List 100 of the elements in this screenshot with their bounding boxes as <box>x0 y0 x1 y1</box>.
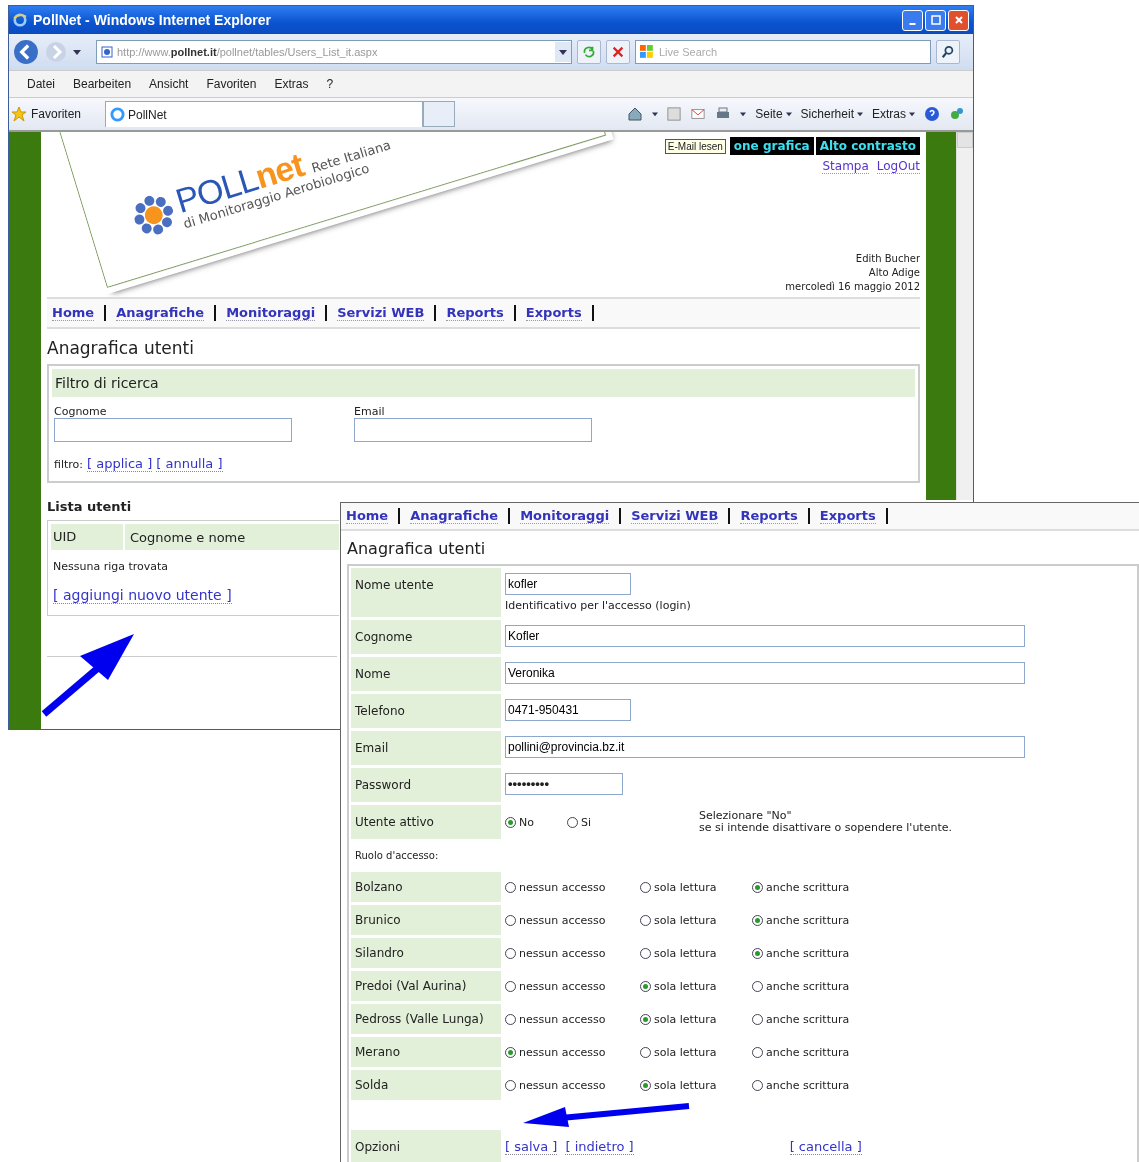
radio-button[interactable] <box>640 1013 651 1025</box>
password-field[interactable]: ••••••••• <box>505 773 623 795</box>
research-icon[interactable] <box>949 106 965 122</box>
scrollbar[interactable] <box>956 132 973 500</box>
search-icon[interactable] <box>936 40 960 64</box>
radio-label: No <box>519 815 534 829</box>
windows-flag-icon <box>640 45 654 59</box>
caret-icon <box>559 48 567 56</box>
radio-button[interactable] <box>640 980 651 992</box>
nav-link[interactable]: Home <box>52 305 95 321</box>
style-link[interactable]: Alto contrasto <box>815 137 920 155</box>
nav-link[interactable]: Monitoraggi <box>520 508 610 524</box>
nav-link[interactable]: Anagrafiche <box>410 508 499 524</box>
text-field[interactable]: 0471-950431 <box>505 699 631 721</box>
radio-label: nessun accesso <box>519 946 606 960</box>
text-field[interactable]: Kofler <box>505 625 1025 647</box>
style-link[interactable]: one grafica <box>729 137 814 155</box>
station-label: Brunico <box>351 905 501 935</box>
toolbar-menu[interactable]: Seite <box>755 107 792 121</box>
browser-tab[interactable]: PollNet <box>105 101 423 127</box>
radio-button[interactable] <box>640 914 651 926</box>
address-field[interactable]: http://www.pollnet.it/pollnet/tables/Users_List_it.aspx <box>96 40 572 64</box>
nav-link[interactable]: Reports <box>740 508 798 524</box>
radio-button[interactable] <box>505 1046 516 1058</box>
radio-button[interactable] <box>505 947 516 959</box>
menu-item[interactable]: ? <box>326 77 334 91</box>
stop-icon[interactable] <box>606 40 630 64</box>
input-field[interactable] <box>54 418 292 442</box>
nav-link[interactable]: Servizi WEB <box>337 305 425 321</box>
text-field[interactable]: pollini@provincia.bz.it <box>505 736 1025 758</box>
radio-button[interactable] <box>505 881 516 893</box>
caret-icon[interactable] <box>740 111 747 117</box>
home-icon[interactable] <box>627 106 644 122</box>
cancel-link[interactable]: [ cancella ] <box>789 1139 862 1155</box>
close-button[interactable] <box>948 9 969 31</box>
browser-logo-icon <box>13 13 27 27</box>
radio-label: nessun accesso <box>519 1078 606 1092</box>
caret-icon[interactable] <box>652 111 659 117</box>
radio-button[interactable] <box>505 914 516 926</box>
radio-button[interactable] <box>752 881 763 893</box>
field-label: Cognome <box>54 405 108 418</box>
nav-link[interactable]: Monitoraggi <box>226 305 316 321</box>
caret-icon[interactable] <box>73 48 81 56</box>
radio-button[interactable] <box>752 980 763 992</box>
radio-button[interactable] <box>752 1079 763 1091</box>
favorites-button[interactable]: Favoriten <box>11 106 99 122</box>
help-icon[interactable] <box>924 106 940 122</box>
radio-button[interactable] <box>752 1046 763 1058</box>
nav-link[interactable]: Reports <box>446 305 504 321</box>
filter-title: Filtro di ricerca <box>52 369 915 397</box>
radio-button[interactable] <box>505 1013 516 1025</box>
form-label: Email <box>351 731 501 765</box>
radio-button[interactable] <box>505 1079 516 1091</box>
radio-button[interactable] <box>640 947 651 959</box>
filter-link[interactable]: [ applica ] <box>87 456 153 472</box>
text-field[interactable]: Veronika <box>505 662 1025 684</box>
menu-item[interactable]: Extras <box>274 77 309 91</box>
radio-button[interactable] <box>752 1013 763 1025</box>
nav-link[interactable]: Exports <box>525 305 582 321</box>
mail-icon[interactable] <box>690 107 707 121</box>
add-user-link[interactable]: [ aggiungi nuovo utente ] <box>53 587 232 604</box>
menu-item[interactable]: Datei <box>27 77 55 91</box>
header-link[interactable]: LogOut <box>876 159 920 174</box>
header-link[interactable]: Stampa <box>822 159 869 174</box>
menu-item[interactable]: Favoriten <box>206 77 257 91</box>
maximize-button[interactable] <box>925 9 946 31</box>
radio-button[interactable] <box>640 1079 651 1091</box>
nav-link[interactable]: Exports <box>819 508 876 524</box>
nav-link[interactable]: Anagrafiche <box>116 305 205 321</box>
field-label: Email <box>354 405 386 418</box>
dropdown-button[interactable] <box>555 42 571 62</box>
radio-label: nessun accesso <box>519 1012 606 1026</box>
nav-link[interactable]: Home <box>346 508 389 524</box>
input-field[interactable] <box>354 418 592 442</box>
radio-button[interactable] <box>752 947 763 959</box>
form-label: Telefono <box>351 694 501 728</box>
toolbar-menu[interactable]: Extras <box>872 107 915 121</box>
menu-item[interactable]: Ansicht <box>149 77 189 91</box>
minimize-button[interactable] <box>902 9 923 31</box>
browser-logo-icon <box>110 107 125 122</box>
back-icon[interactable] <box>13 39 39 65</box>
menu-item[interactable]: Bearbeiten <box>73 77 132 91</box>
nav-link[interactable]: Servizi WEB <box>631 508 719 524</box>
filter-link[interactable]: [ annulla ] <box>156 456 223 472</box>
form-link[interactable]: [ salva ] <box>505 1139 558 1155</box>
radio-button[interactable] <box>505 980 516 992</box>
radio-button[interactable] <box>505 816 516 828</box>
form-label: Password <box>351 768 501 802</box>
radio-button[interactable] <box>567 816 578 828</box>
toolbar-menu[interactable]: Sicherheit <box>800 107 863 121</box>
station-label: Bolzano <box>351 872 501 902</box>
radio-button[interactable] <box>640 1046 651 1058</box>
text-field[interactable]: kofler <box>505 573 631 595</box>
radio-label: anche scrittura <box>766 946 850 960</box>
user-region: Alto Adige <box>868 266 920 280</box>
radio-button[interactable] <box>640 881 651 893</box>
user-name: Edith Bucher <box>855 252 920 266</box>
form-link[interactable]: [ indietro ] <box>565 1139 634 1155</box>
refresh-icon[interactable] <box>577 40 601 64</box>
radio-button[interactable] <box>752 914 763 926</box>
